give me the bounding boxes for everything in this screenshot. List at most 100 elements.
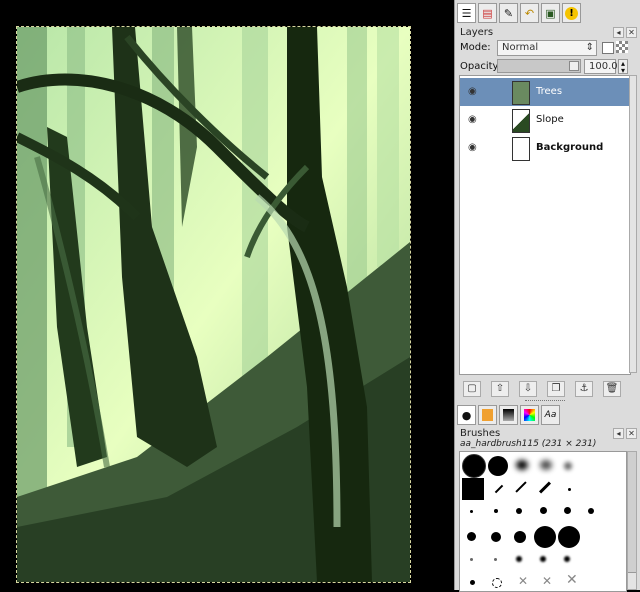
brush-item[interactable] <box>538 481 552 494</box>
slider-handle[interactable] <box>569 61 579 71</box>
brush-item[interactable] <box>470 558 473 561</box>
brush-item[interactable] <box>516 508 522 514</box>
forest-painting <box>17 27 410 582</box>
brush-dock-tabs: ● Aa <box>457 405 639 427</box>
brush-item[interactable] <box>564 556 570 562</box>
brush-item[interactable] <box>564 507 571 514</box>
warning-tab[interactable]: ! <box>562 3 581 23</box>
layer-thumbnail <box>512 81 530 105</box>
layers-list: ◉ Trees ◉ Slope ◉ Background <box>459 75 631 375</box>
eye-icon[interactable]: ◉ <box>468 87 478 97</box>
brush-item[interactable] <box>494 509 498 513</box>
brush-item[interactable] <box>470 510 473 513</box>
brush-item[interactable] <box>540 556 546 562</box>
brush-item[interactable] <box>494 484 504 494</box>
layer-row-trees[interactable]: ◉ Trees <box>460 78 630 106</box>
scroll-thumb[interactable] <box>628 452 636 573</box>
raise-layer-button[interactable]: ⇧ <box>491 381 509 397</box>
brush-item[interactable]: ✕ <box>542 574 552 588</box>
lock-alpha-icon[interactable] <box>616 41 628 53</box>
opacity-field[interactable]: 100.0 <box>584 59 618 74</box>
pattern-icon <box>482 409 493 421</box>
layers-title: Layers <box>460 27 494 38</box>
brush-item[interactable]: ✕ <box>518 574 528 588</box>
lock-checkbox[interactable] <box>602 42 614 54</box>
duplicate-layer-button[interactable]: ❐ <box>547 381 565 397</box>
arrow-up-icon: ⇧ <box>495 383 505 394</box>
anchor-layer-button[interactable]: ⚓ <box>575 381 593 397</box>
opacity-spinner[interactable]: ▴ ▾ <box>618 59 628 75</box>
brush-item[interactable] <box>568 488 571 491</box>
channels-tab[interactable]: ▤ <box>478 3 497 23</box>
layer-row-slope[interactable]: ◉ Slope <box>460 106 630 134</box>
brush-item[interactable] <box>488 456 508 476</box>
opacity-value: 100.0 <box>589 61 618 72</box>
eye-icon[interactable]: ◉ <box>468 115 478 125</box>
dock-separator[interactable] <box>525 400 565 403</box>
layers-tab[interactable]: ☰ <box>457 3 476 23</box>
mode-select[interactable]: Normal ⇕ <box>497 40 597 56</box>
tab-menu-icon[interactable]: ◂ <box>613 428 624 439</box>
image-canvas[interactable] <box>16 26 411 583</box>
brush-item[interactable] <box>470 580 475 585</box>
brush-grid[interactable]: ✕ ✕ ✕ <box>459 451 627 592</box>
delete-layer-button[interactable]: 🗑 <box>603 381 621 397</box>
arrow-down-icon: ⇩ <box>523 383 533 394</box>
layer-row-background[interactable]: ◉ Background <box>460 134 630 162</box>
canvas-area <box>0 0 454 590</box>
warning-icon: ! <box>565 6 578 20</box>
brush-item[interactable] <box>462 454 486 478</box>
close-icon[interactable]: ✕ <box>626 27 637 38</box>
brush-item[interactable] <box>515 481 527 493</box>
brushes-tab[interactable]: ● <box>457 405 476 425</box>
layer-name: Background <box>536 142 604 153</box>
brush-icon: ● <box>461 408 472 422</box>
undo-icon: ↶ <box>524 6 535 20</box>
palettes-tab[interactable] <box>520 405 539 425</box>
brush-item[interactable] <box>540 460 552 470</box>
brush-item[interactable] <box>492 578 502 588</box>
brush-item[interactable] <box>534 526 556 548</box>
close-icon[interactable]: ✕ <box>626 428 637 439</box>
chevron-updown-icon: ⇕ <box>585 42 594 53</box>
paths-icon: ✎ <box>503 6 514 20</box>
layer-thumbnail <box>512 109 530 133</box>
mode-label: Mode: <box>460 42 491 53</box>
brush-item[interactable] <box>540 507 547 514</box>
dock-tabs: ☰ ▤ ✎ ↶ ▣ ! <box>457 3 639 25</box>
brush-item[interactable] <box>516 556 522 562</box>
channels-icon: ▤ <box>482 6 493 20</box>
fonts-tab[interactable]: Aa <box>541 405 560 425</box>
duplicate-icon: ❐ <box>551 383 561 394</box>
eye-icon[interactable]: ◉ <box>468 143 478 153</box>
brushes-scrollbar[interactable] <box>627 451 637 590</box>
brush-item[interactable] <box>558 526 580 548</box>
undo-tab[interactable]: ↶ <box>520 3 539 23</box>
lower-layer-button[interactable]: ⇩ <box>519 381 537 397</box>
brush-item[interactable] <box>494 558 497 561</box>
image-tab[interactable]: ▣ <box>541 3 560 23</box>
brush-item[interactable] <box>491 532 501 542</box>
opacity-label: Opacity: <box>460 61 502 72</box>
anchor-icon: ⚓ <box>579 383 589 394</box>
trash-icon: 🗑 <box>605 383 619 394</box>
gradients-tab[interactable] <box>499 405 518 425</box>
brush-item[interactable] <box>588 508 594 514</box>
brush-item[interactable]: ✕ <box>566 572 578 588</box>
brush-item[interactable] <box>467 532 476 541</box>
palette-icon <box>524 409 535 421</box>
new-layer-button[interactable]: ▢ <box>463 381 481 397</box>
brush-item[interactable] <box>462 478 484 500</box>
new-layer-icon: ▢ <box>467 383 477 394</box>
patterns-tab[interactable] <box>478 405 497 425</box>
brush-item[interactable] <box>564 462 572 470</box>
brush-item[interactable] <box>514 531 526 543</box>
brush-item[interactable] <box>516 460 528 470</box>
tab-menu-icon[interactable]: ◂ <box>613 27 624 38</box>
gradient-icon <box>503 409 514 421</box>
paths-tab[interactable]: ✎ <box>499 3 518 23</box>
layers-scrollbar[interactable] <box>629 75 637 373</box>
current-brush-label: aa_hardbrush115 (231 × 231) <box>460 439 597 449</box>
opacity-slider[interactable] <box>497 59 581 73</box>
layer-name: Slope <box>536 114 564 125</box>
